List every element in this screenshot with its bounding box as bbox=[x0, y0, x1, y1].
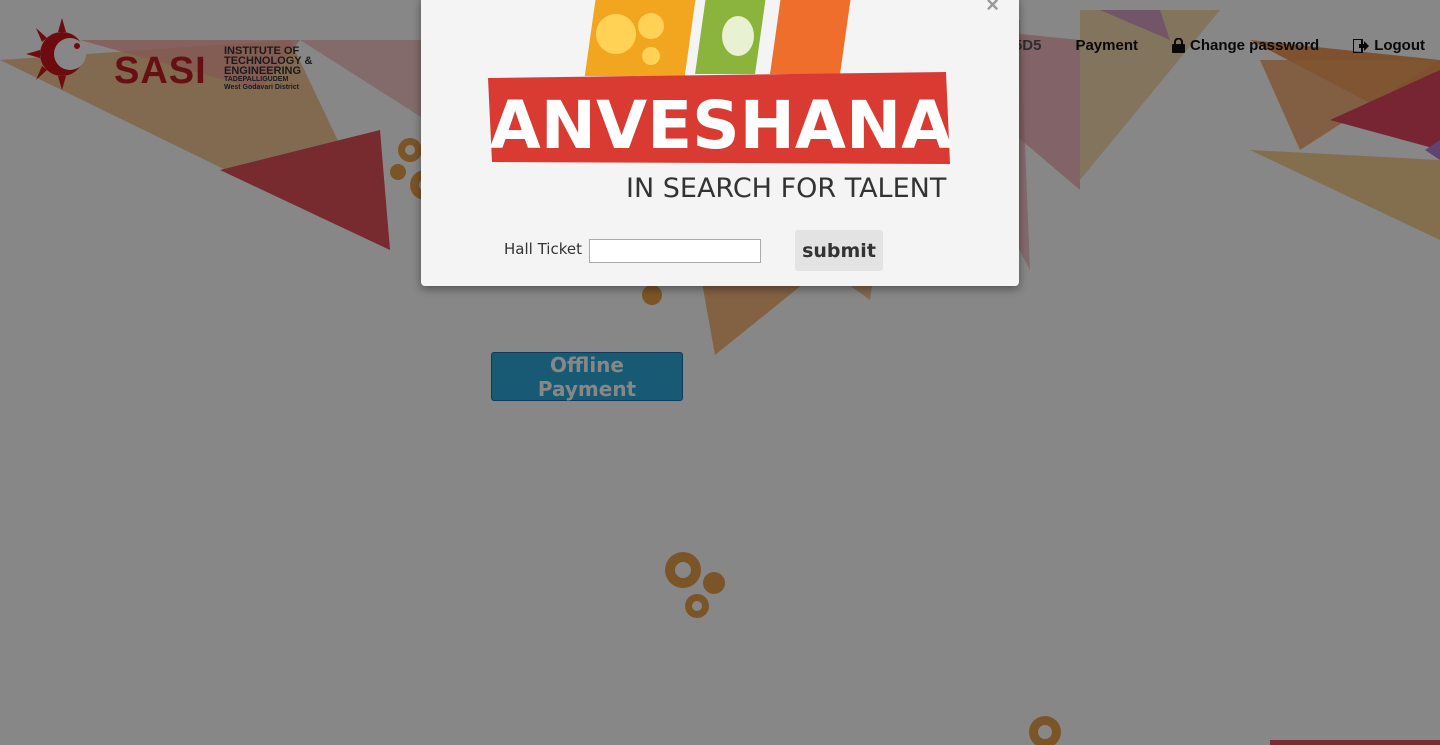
hall-ticket-input[interactable] bbox=[589, 239, 761, 263]
close-icon[interactable]: × bbox=[986, 0, 999, 18]
anveshana-title: ANVESHANA bbox=[490, 87, 953, 164]
hall-ticket-modal: × ANVESHANA IN SEARCH FOR TALENT Hall Ti… bbox=[421, 0, 1019, 286]
submit-button[interactable]: submit bbox=[795, 230, 883, 271]
anveshana-tagline: IN SEARCH FOR TALENT bbox=[626, 173, 947, 204]
hall-ticket-label: Hall Ticket bbox=[504, 240, 582, 258]
